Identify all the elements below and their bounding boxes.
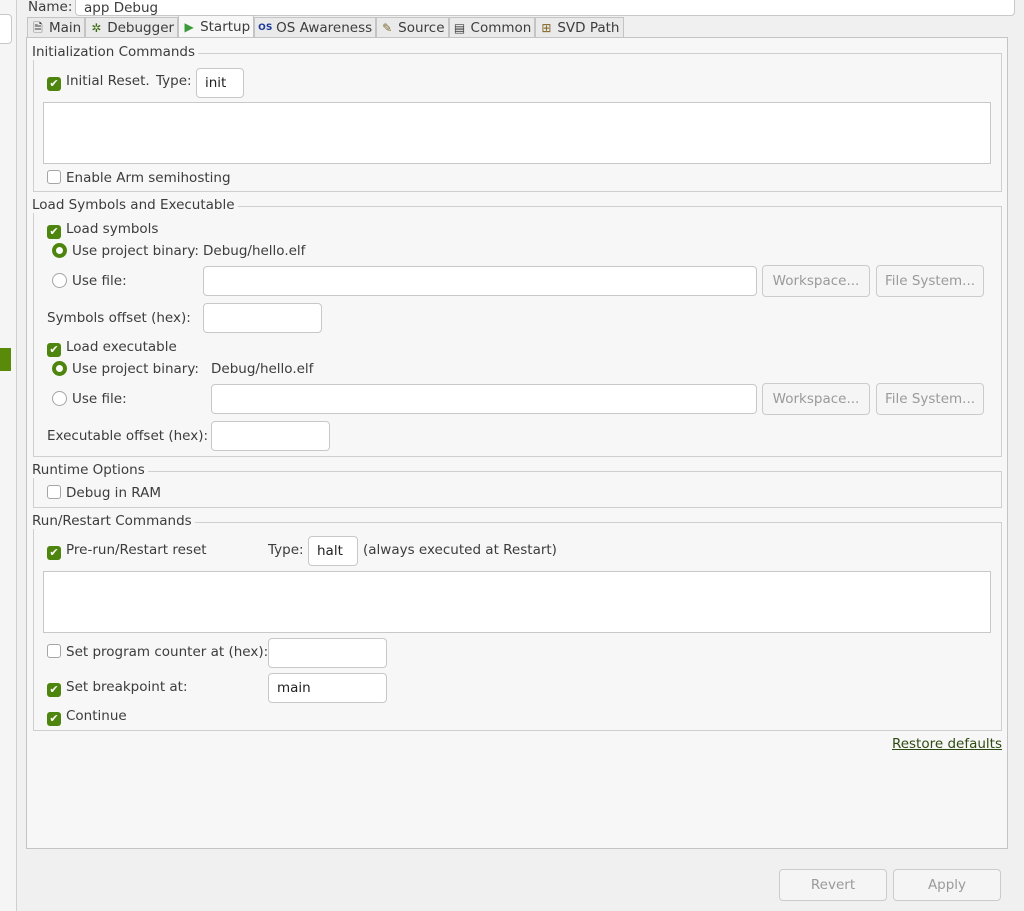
tab-startup[interactable]: ▶ Startup [178,15,255,38]
table-icon: ▤ [453,21,466,35]
check-icon: ✔ [47,683,61,697]
sym-workspace-button[interactable]: Workspace... [762,265,870,297]
restore-defaults-link[interactable]: Restore defaults [892,736,1002,752]
radio-dot [52,243,67,258]
load-symbols-checkbox[interactable]: ✔ Load symbols [47,221,158,239]
sym-filesystem-button[interactable]: File System... [876,265,984,297]
tab-label: Common [470,20,532,36]
source-icon: ✎ [382,21,393,35]
tab-label: OS Awareness [276,20,373,36]
set-pc-input[interactable] [268,638,387,668]
semihosting-label: Enable Arm semihosting [66,170,231,186]
prerun-checkbox[interactable]: ✔ Pre-run/Restart reset [47,542,207,560]
exe-filesystem-button[interactable]: File System... [876,383,984,415]
tab-source[interactable]: ✎ Source [376,17,449,38]
exe-file-radio[interactable]: Use file: [52,391,127,407]
radio-dot [52,361,67,376]
exe-workspace-button[interactable]: Workspace... [762,383,870,415]
runtime-title: Runtime Options [32,462,148,478]
runtime-group: Runtime Options Debug in RAM [32,462,1002,508]
tab-label: Debugger [107,20,175,36]
os-icon: OS [258,23,273,33]
init-commands-textarea[interactable] [43,102,991,164]
exe-project-radio[interactable]: Use project binary: [52,361,199,377]
load-exec-checkbox[interactable]: ✔ Load executable [47,339,177,357]
run-group: Run/Restart Commands ✔ Pre-run/Restart re… [32,513,1002,731]
sym-file-input[interactable] [203,266,757,296]
check-icon: ✔ [47,225,61,239]
name-label: Name: [28,0,73,15]
radio-dot [52,391,67,406]
load-exec-label: Load executable [66,339,177,355]
checkbox-box [47,170,61,184]
tab-svd-path[interactable]: ⊞ SVD Path [535,17,624,38]
sym-project-label: Use project binary: [72,243,199,259]
exe-offset-input[interactable] [211,421,330,451]
tab-bar: 🗎 Main ✲ Debugger ▶ Startup OS OS Awareness … [27,15,624,38]
set-bp-input[interactable]: main [268,673,387,703]
load-symbols-label: Load symbols [66,221,159,237]
revert-button[interactable]: Revert [779,869,887,901]
initial-reset-label: Initial Reset. [66,73,150,89]
run-commands-textarea[interactable] [43,571,991,633]
set-bp-checkbox[interactable]: ✔ Set breakpoint at: [47,679,188,697]
tab-label: Source [398,20,445,36]
checkbox-box [47,644,61,658]
exe-file-input[interactable] [211,384,757,414]
left-pane-input[interactable] [0,14,12,44]
name-input[interactable]: app Debug [75,0,1015,16]
left-pane [0,0,17,911]
exe-file-label: Use file: [72,391,127,407]
tab-common[interactable]: ▤ Common [448,17,536,38]
continue-label: Continue [66,708,127,724]
type-label: Type: [268,542,304,558]
sym-file-label: Use file: [72,273,127,289]
sym-project-radio[interactable]: Use project binary: [52,243,199,259]
semihosting-checkbox[interactable]: Enable Arm semihosting [47,170,231,186]
bug-icon: ✲ [91,21,102,35]
checkbox-box [47,485,61,499]
tab-label: SVD Path [557,20,620,36]
tab-os-awareness[interactable]: OS OS Awareness [254,17,377,38]
sym-offset-input[interactable] [203,303,322,333]
sym-project-value: Debug/hello.elf [203,243,306,259]
tab-debugger[interactable]: ✲ Debugger [85,17,179,38]
check-icon: ✔ [47,343,61,357]
radio-dot [52,273,67,288]
debug-ram-checkbox[interactable]: Debug in RAM [47,485,161,501]
set-bp-label: Set breakpoint at: [66,679,188,695]
load-group: Load Symbols and Executable ✔ Load symbol… [32,197,1002,457]
sym-offset-label: Symbols offset (hex): [47,310,191,326]
init-group: Initialization Commands ✔ Initial Reset. … [32,44,1002,192]
type-label: Type: [156,73,192,89]
run-note: (always executed at Restart) [363,542,557,558]
check-icon: ✔ [47,546,61,560]
tab-main[interactable]: 🗎 Main [27,17,86,38]
check-icon: ✔ [47,712,61,726]
tab-label: Startup [200,19,251,35]
play-icon: ▶ [184,20,194,34]
run-type-input[interactable]: halt [308,536,358,566]
exe-project-label: Use project binary: [72,361,199,377]
exe-offset-label: Executable offset (hex): [47,428,209,444]
set-pc-checkbox[interactable]: Set program counter at (hex): [47,644,268,660]
check-icon: ✔ [47,77,61,91]
run-title: Run/Restart Commands [32,513,195,529]
tab-label: Main [49,20,82,36]
prerun-label: Pre-run/Restart reset [66,542,207,558]
sym-file-radio[interactable]: Use file: [52,273,127,289]
apply-button[interactable]: Apply [893,869,1001,901]
debug-ram-label: Debug in RAM [66,485,162,501]
set-pc-label: Set program counter at (hex): [66,644,269,660]
tree-icon: ⊞ [541,21,552,35]
init-type-input[interactable]: init [196,68,244,98]
document-icon: 🗎 [33,21,43,35]
left-pane-selection-marker [0,348,11,371]
init-title: Initialization Commands [32,44,199,60]
continue-checkbox[interactable]: ✔ Continue [47,708,127,726]
exe-project-value: Debug/hello.elf [211,361,314,377]
startup-panel: Initialization Commands ✔ Initial Reset. … [26,37,1008,849]
initial-reset-checkbox[interactable]: ✔ Initial Reset. [47,73,150,91]
load-title: Load Symbols and Executable [32,197,238,213]
